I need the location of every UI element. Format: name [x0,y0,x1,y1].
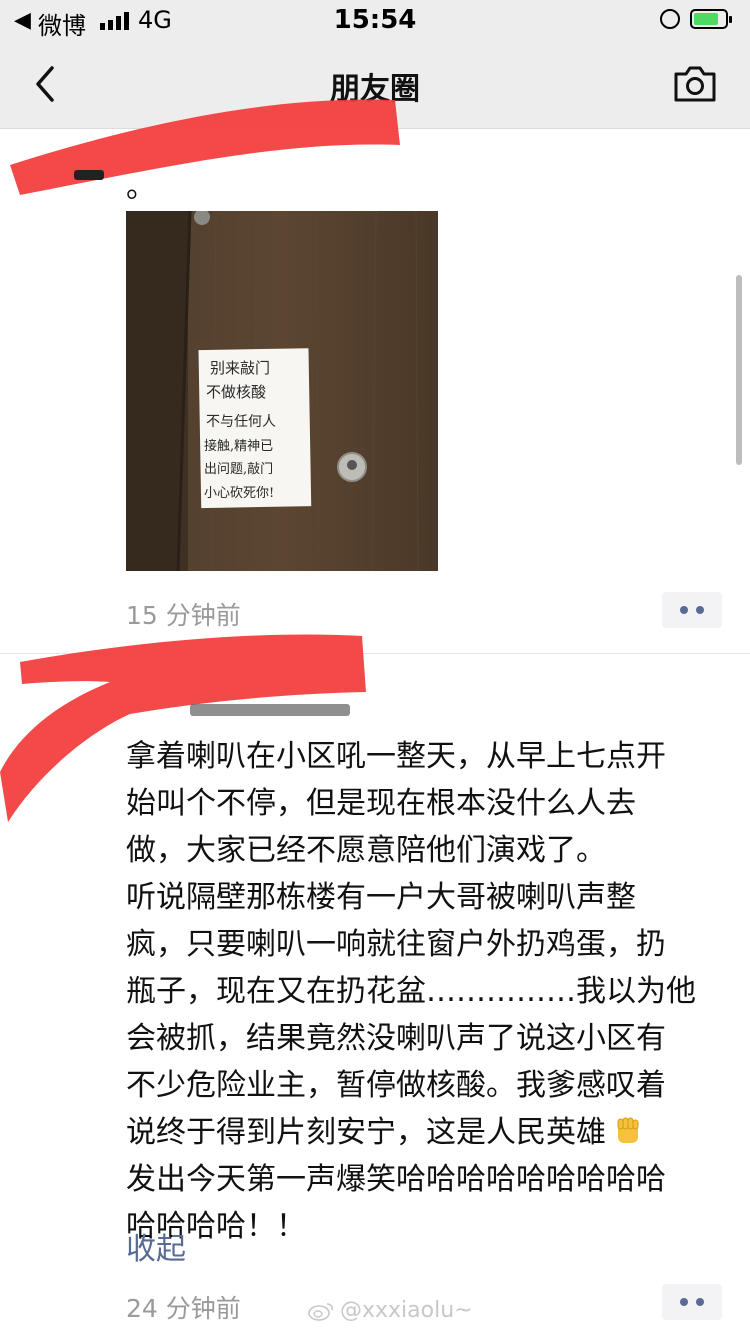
post-photo[interactable]: 别来敲门 不做核酸 不与任何人 接触,精神已 出问题,敲门 小心砍死你! [126,211,438,571]
note-line: 不做核酸 [206,383,266,401]
note-line: 接触,精神已 [204,438,273,454]
post-timestamp: 24 分钟前 [126,1294,241,1323]
post-text-line: 做，大家已经不愿意陪他们演戏了。 [126,833,606,868]
post-text-line: 拿着喇叭在小区吼一整天，从早上七点开 [126,739,666,774]
post-text-line: 哈哈哈哈！！ [126,1209,306,1244]
post-text: 拿着喇叭在小区吼一整天，从早上七点开 始叫个不停，但是现在根本没什么人去 做，大… [126,733,726,1250]
note-line: 不与任何人 [206,414,276,430]
post-text-line: 会被抓，结果竟然没喇叭声了说这小区有 [126,1021,666,1056]
post-text-tail: 。 [126,170,156,205]
post-text-line: 发出今天第一声爆笑哈哈哈哈哈哈哈哈哈 [126,1162,666,1197]
watermark-text: @xxxiaolu~ [340,1298,473,1323]
redaction-stub [74,170,104,180]
note-line: 出问题,敲门 [204,461,273,477]
collapse-link[interactable]: 收起 [126,1224,186,1268]
scrollbar[interactable] [736,275,742,465]
status-bar: ◀ 微博 4G 15:54 [0,0,750,42]
dot-icon [680,606,688,614]
redaction-mark [10,99,400,195]
battery-icon [690,9,732,29]
clock: 15:54 [333,5,417,35]
post-text-line: 始叫个不停，但是现在根本没什么人去 [126,786,636,821]
post-text-line: 说终于得到片刻安宁，这是人民英雄 [126,1109,726,1156]
weibo-watermark: @xxxiaolu~ [308,1298,473,1323]
dot-icon [696,1298,704,1306]
raised-fist-icon [617,1117,639,1143]
post-text-line: 听说隔壁那栋楼有一户大哥被喇叭声整 [126,880,636,915]
weibo-logo-icon [308,1302,334,1321]
camera-icon[interactable] [672,64,718,104]
note-line: 小心砍死你! [204,486,274,501]
dot-icon [680,1298,688,1306]
post-text-line: 瓶子，现在又在扔花盆……………我以为他 [126,974,696,1009]
rotation-lock-icon [660,9,680,29]
post-text-line: 不少危险业主，暂停做核酸。我爹感叹着 [126,1068,666,1103]
more-actions-button[interactable] [662,592,722,628]
note-line: 别来敲门 [210,359,270,377]
more-actions-button[interactable] [662,1284,722,1320]
dot-icon [696,606,704,614]
post-text-line: 疯，只要喇叭一响就往窗户外扔鸡蛋，扔 [126,927,666,962]
redaction-stub [190,704,350,716]
